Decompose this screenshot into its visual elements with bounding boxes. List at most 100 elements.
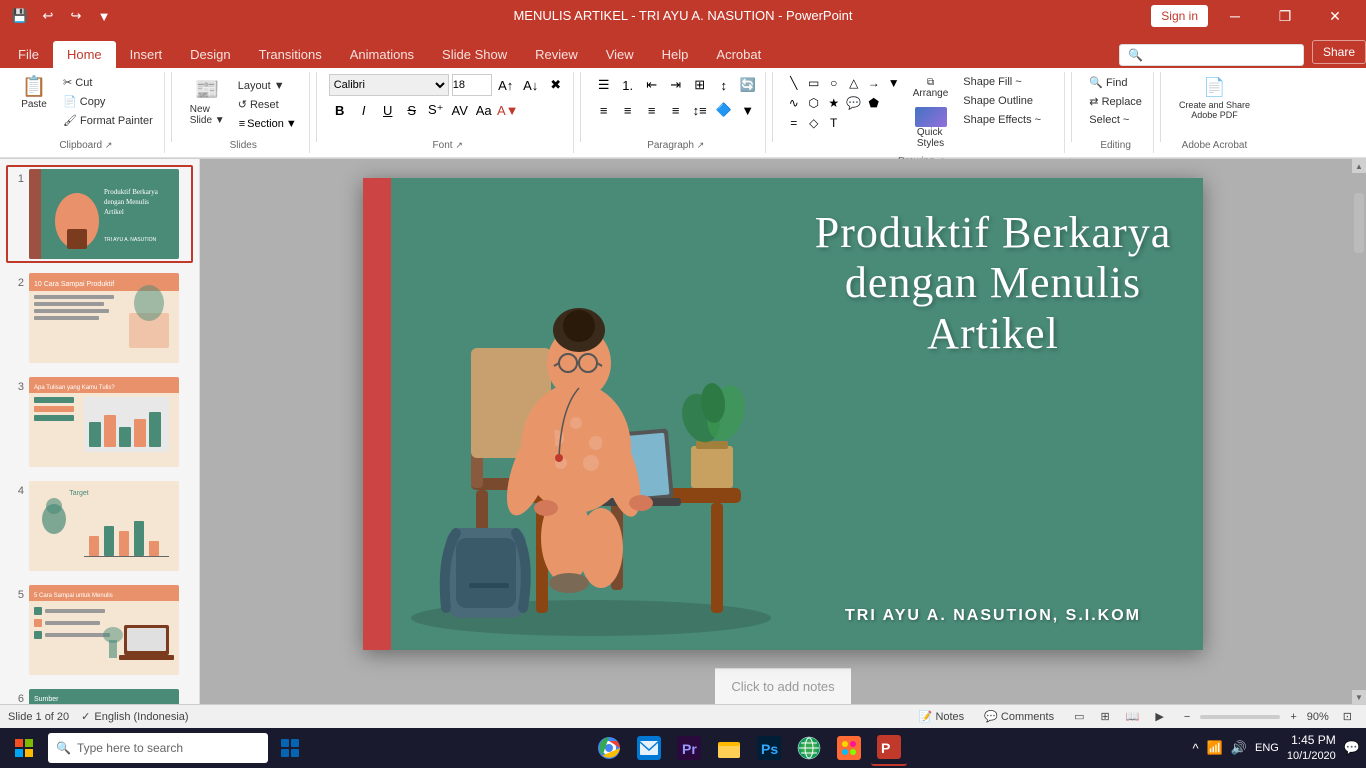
customize-button[interactable]: ▼	[92, 4, 116, 28]
zoom-slider[interactable]	[1200, 715, 1280, 719]
sign-in-button[interactable]: Sign in	[1151, 5, 1208, 27]
tab-home[interactable]: Home	[53, 41, 116, 68]
increase-font-button[interactable]: A↑	[495, 74, 517, 96]
columns-button[interactable]: ⊞	[689, 74, 711, 96]
clock[interactable]: 1:45 PM 10/1/2020	[1287, 732, 1336, 764]
zoom-in-button[interactable]: +	[1284, 709, 1302, 725]
chrome-icon[interactable]	[591, 730, 627, 766]
tab-file[interactable]: File	[4, 41, 53, 68]
scrollbar-thumb[interactable]	[1354, 193, 1364, 253]
create-pdf-button[interactable]: 📄 Create and ShareAdobe PDF	[1173, 74, 1256, 123]
lang-indicator[interactable]: ENG	[1253, 740, 1281, 756]
new-slide-button[interactable]: 📰 NewSlide ▼	[184, 74, 231, 129]
shape-text-btn[interactable]: T	[825, 114, 843, 132]
smart-art-button[interactable]: 🔷	[713, 99, 735, 121]
quick-styles-button[interactable]: QuickStyles	[907, 104, 955, 152]
justify-button[interactable]: ≡	[665, 99, 687, 121]
decrease-indent-button[interactable]: ⇤	[641, 74, 663, 96]
tab-slideshow[interactable]: Slide Show	[428, 41, 521, 68]
shape-curve-btn[interactable]: ∿	[785, 94, 803, 112]
tab-help[interactable]: Help	[648, 41, 703, 68]
chevron-icon[interactable]: ^	[1191, 739, 1201, 758]
bold-button[interactable]: B	[329, 99, 351, 121]
underline-button[interactable]: U	[377, 99, 399, 121]
network-icon[interactable]: 📶	[1205, 738, 1225, 758]
strikethrough-button[interactable]: S	[401, 99, 423, 121]
bullets-button[interactable]: ☰	[593, 74, 615, 96]
scroll-up-button[interactable]: ▲	[1352, 159, 1366, 173]
premiere-icon[interactable]: Pr	[671, 730, 707, 766]
restore-button[interactable]: ❐	[1262, 0, 1308, 32]
slideshow-button[interactable]: ▶	[1149, 708, 1169, 725]
font-name-select[interactable]: Calibri	[329, 74, 449, 96]
tab-view[interactable]: View	[592, 41, 648, 68]
close-button[interactable]: ✕	[1312, 0, 1358, 32]
reset-button[interactable]: ↺ Reset	[233, 96, 303, 113]
notification-icon[interactable]: 💬	[1342, 738, 1362, 758]
mail-icon[interactable]	[631, 730, 667, 766]
text-shadow-button[interactable]: S⁺	[425, 99, 447, 121]
tab-acrobat[interactable]: Acrobat	[702, 41, 775, 68]
language-check[interactable]: ✓ English (Indonesia)	[81, 710, 188, 723]
shape-star-btn[interactable]: ★	[825, 94, 843, 112]
share-button[interactable]: Share	[1312, 40, 1366, 64]
internet-icon[interactable]	[791, 730, 827, 766]
slide-thumb-3[interactable]: 3 Apa Tulisan yang Kamu Tulis?	[6, 373, 193, 471]
paint-icon[interactable]	[831, 730, 867, 766]
shape-process-btn[interactable]: ⬡	[805, 94, 823, 112]
slide-thumb-6[interactable]: 6 Sumber	[6, 685, 193, 704]
minimize-button[interactable]: ─	[1212, 0, 1258, 32]
scroll-down-button[interactable]: ▼	[1352, 690, 1366, 704]
slide-thumb-4[interactable]: 4 Target	[6, 477, 193, 575]
convert-button[interactable]: 🔄	[737, 74, 759, 96]
arrange-button[interactable]: ⧉ Arrange	[907, 74, 955, 102]
shape-oval-btn[interactable]: ○	[825, 74, 843, 92]
tab-design[interactable]: Design	[176, 41, 244, 68]
slide-thumb-2[interactable]: 2 10 Cara Sampai Produktif	[6, 269, 193, 367]
shape-effects-button[interactable]: Shape Effects ~	[958, 112, 1058, 128]
tell-me-box[interactable]: 🔍 Tell me what you want to do	[1119, 44, 1304, 66]
italic-button[interactable]: I	[353, 99, 375, 121]
powerpoint-icon[interactable]: P	[871, 730, 907, 766]
shape-line-btn[interactable]: ╲	[785, 74, 803, 92]
copy-button[interactable]: 📄 Copy	[58, 93, 158, 110]
slide-thumb-5[interactable]: 5 5 Cara Sampai untuk Menulis	[6, 581, 193, 679]
notes-button[interactable]: 📝 Notes	[913, 708, 970, 725]
shape-flow-btn[interactable]: ◇	[805, 114, 823, 132]
main-slide-canvas[interactable]: Produktif Berkarya dengan Menulis Artike…	[363, 178, 1203, 650]
align-center-button[interactable]: ≡	[617, 99, 639, 121]
normal-view-button[interactable]: ▭	[1068, 708, 1090, 725]
reading-view-button[interactable]: 📖	[1120, 708, 1146, 725]
tab-transitions[interactable]: Transitions	[245, 41, 336, 68]
shape-outline-button[interactable]: Shape Outline	[958, 93, 1058, 109]
file-explorer-icon[interactable]	[711, 730, 747, 766]
direction-button[interactable]: ↕	[713, 74, 735, 96]
shape-eq-btn[interactable]: =	[785, 114, 803, 132]
shape-fill-button[interactable]: Shape Fill ~	[958, 74, 1058, 90]
shape-action-btn[interactable]: ⬟	[865, 94, 883, 112]
shape-tri-btn[interactable]: △	[845, 74, 863, 92]
notes-area[interactable]: Click to add notes	[715, 668, 850, 704]
start-button[interactable]	[4, 728, 44, 768]
redo-button[interactable]: ↪	[64, 4, 88, 28]
replace-button[interactable]: ⇄ Replace	[1084, 93, 1147, 110]
para-down-button[interactable]: ▼	[737, 99, 759, 121]
shape-more-btn[interactable]: ▼	[885, 74, 903, 92]
volume-icon[interactable]: 🔊	[1229, 738, 1249, 758]
comments-button[interactable]: 💬 Comments	[978, 708, 1060, 725]
char-spacing-button[interactable]: AV	[449, 99, 471, 121]
line-spacing-button[interactable]: ↕≡	[689, 99, 711, 121]
photoshop-icon[interactable]: Ps	[751, 730, 787, 766]
zoom-out-button[interactable]: −	[1178, 709, 1196, 725]
numbering-button[interactable]: 1.	[617, 74, 639, 96]
slide-sorter-button[interactable]: ⊞	[1094, 708, 1115, 725]
task-view-button[interactable]	[272, 730, 308, 766]
find-button[interactable]: 🔍 Find	[1084, 74, 1147, 91]
section-button[interactable]: ≡ Section ▼	[233, 115, 303, 133]
decrease-font-button[interactable]: A↓	[520, 74, 542, 96]
undo-button[interactable]: ↩	[36, 4, 60, 28]
align-right-button[interactable]: ≡	[641, 99, 663, 121]
font-color-button[interactable]: A▼	[497, 99, 519, 121]
paste-button[interactable]: 📋 Paste	[14, 74, 54, 113]
tab-review[interactable]: Review	[521, 41, 592, 68]
